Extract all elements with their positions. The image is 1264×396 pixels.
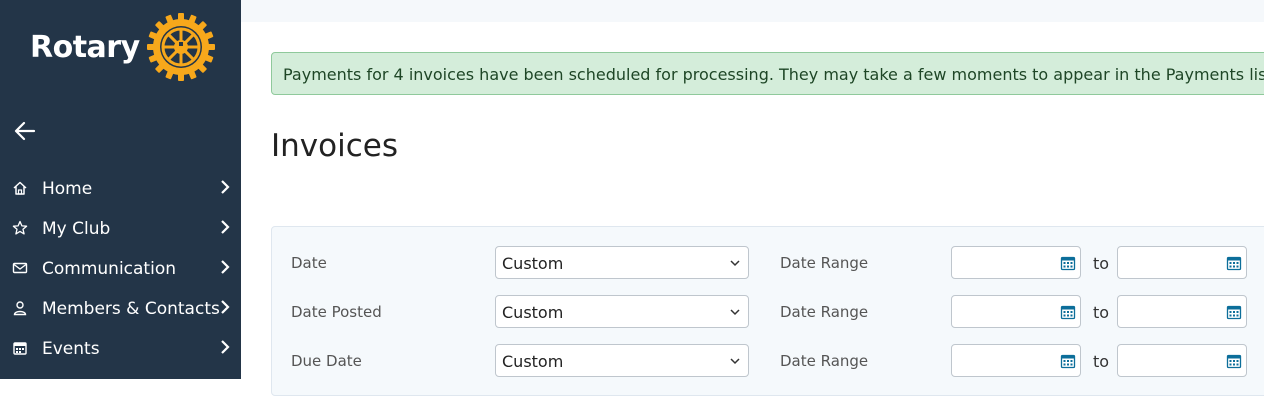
chevron-down-icon — [730, 309, 740, 316]
calendar-icon[interactable] — [1060, 255, 1076, 271]
sidebar-item-label: Home — [42, 179, 93, 199]
date-from-input[interactable] — [951, 246, 1081, 279]
sidebar-item-label: Members & Contacts — [42, 299, 220, 319]
due-date-select[interactable]: Custom — [495, 344, 749, 377]
back-arrow-icon[interactable] — [12, 118, 38, 144]
date-posted-from-input[interactable] — [951, 295, 1081, 328]
date-select[interactable]: Custom — [495, 246, 749, 279]
sidebar-item-my-club[interactable]: My Club — [0, 208, 241, 248]
due-date-from-input[interactable] — [951, 344, 1081, 377]
star-icon — [12, 220, 28, 235]
sidebar-nav: Home My Club Communication Members & Con… — [0, 168, 241, 368]
date-range-label: Date Range — [780, 254, 869, 272]
sidebar-item-label: Communication — [42, 259, 176, 279]
due-date-range-label: Date Range — [780, 352, 869, 370]
home-icon — [13, 181, 27, 195]
filter-panel — [271, 226, 1264, 396]
to-label: to — [1093, 352, 1110, 371]
calendar-icon[interactable] — [1226, 255, 1242, 271]
chevron-down-icon — [730, 358, 740, 365]
date-select-value: Custom — [502, 254, 564, 273]
calendar-icon[interactable] — [1226, 304, 1242, 320]
chevron-right-icon — [221, 340, 230, 354]
calendar-icon[interactable] — [1060, 353, 1076, 369]
calendar-icon — [13, 342, 27, 355]
due-date-select-value: Custom — [502, 352, 564, 371]
chevron-down-icon — [730, 260, 740, 267]
sidebar-item-communication[interactable]: Communication — [0, 248, 241, 288]
mail-icon — [12, 262, 28, 274]
to-label: to — [1093, 254, 1110, 273]
person-icon — [13, 301, 27, 316]
sidebar-item-members-contacts[interactable]: Members & Contacts — [0, 288, 241, 328]
date-posted-range-label: Date Range — [780, 303, 869, 321]
sidebar-item-label: My Club — [42, 219, 111, 239]
due-date-to-input[interactable] — [1117, 344, 1247, 377]
date-posted-to-input[interactable] — [1117, 295, 1247, 328]
page-title: Invoices — [271, 128, 398, 164]
sidebar: Rotary Home My Club Communication Member… — [0, 0, 241, 379]
chevron-right-icon — [221, 300, 230, 314]
date-posted-select[interactable]: Custom — [495, 295, 749, 328]
success-alert: Payments for 4 invoices have been schedu… — [271, 52, 1264, 95]
sidebar-item-events[interactable]: Events — [0, 328, 241, 368]
chevron-right-icon — [221, 180, 230, 194]
filter-label-date: Date — [291, 254, 327, 272]
date-posted-select-value: Custom — [502, 303, 564, 322]
rotary-logo[interactable]: Rotary — [30, 12, 216, 82]
rotary-wheel-icon — [146, 13, 215, 81]
calendar-icon[interactable] — [1060, 304, 1076, 320]
date-to-input[interactable] — [1117, 246, 1247, 279]
alert-message: Payments for 4 invoices have been schedu… — [283, 65, 1264, 84]
sidebar-item-home[interactable]: Home — [0, 168, 241, 208]
logo-text: Rotary — [30, 29, 140, 65]
filter-label-due-date: Due Date — [291, 352, 362, 370]
to-label: to — [1093, 303, 1110, 322]
chevron-right-icon — [221, 220, 230, 234]
sidebar-item-label: Events — [42, 339, 100, 359]
chevron-right-icon — [221, 260, 230, 274]
filter-label-date-posted: Date Posted — [291, 303, 382, 321]
top-bar — [241, 0, 1264, 22]
calendar-icon[interactable] — [1226, 353, 1242, 369]
